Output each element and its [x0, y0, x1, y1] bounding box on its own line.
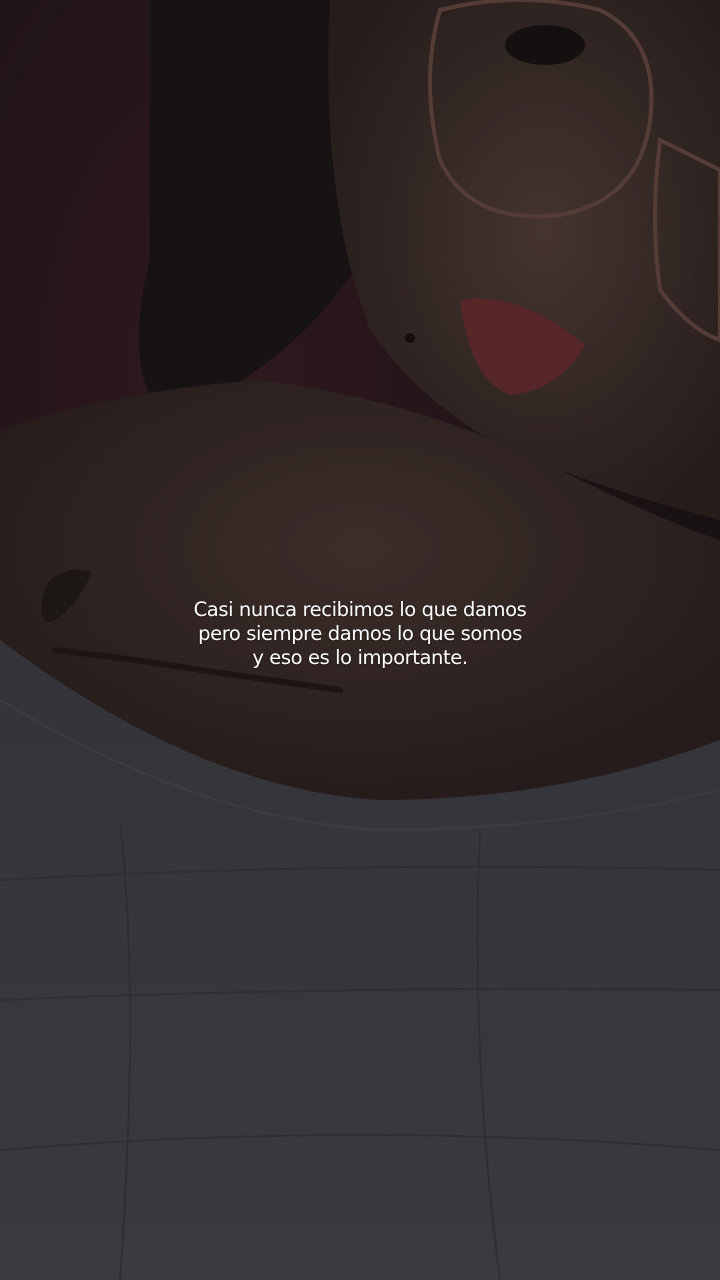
caption-line-3: y eso es lo importante. [252, 646, 468, 669]
caption-line-1: Casi nunca recibimos lo que damos [193, 598, 527, 621]
caption-line-2: pero siempre damos lo que somos [198, 622, 522, 645]
story-caption: Casi nunca recibimos lo que damos pero s… [0, 598, 720, 670]
story-frame: Casi nunca recibimos lo que damos pero s… [0, 0, 720, 1280]
